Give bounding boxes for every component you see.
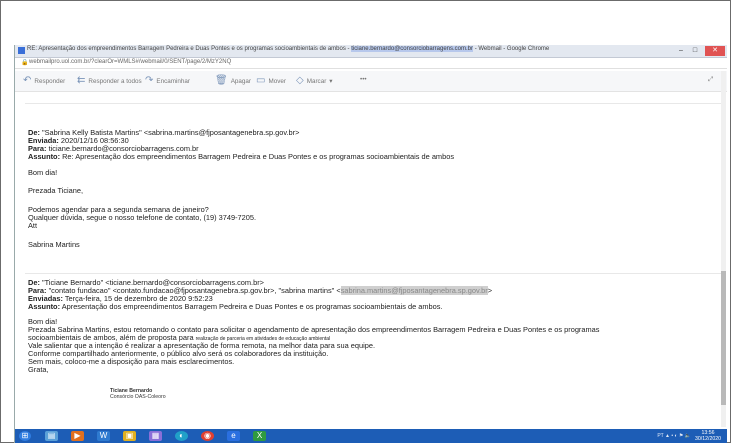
msg2-body5: Sem mais, coloco-me a disposição para ma… xyxy=(28,357,235,366)
mail-app-icon xyxy=(18,47,25,54)
browser-titlebar: RE: Apresentação dos empreendimentos Bar… xyxy=(15,45,727,58)
folder-icon[interactable]: ▣ xyxy=(123,431,136,441)
reply-button[interactable]: ↶ Responder xyxy=(23,76,65,86)
msg1-signature: Sabrina Martins xyxy=(28,240,80,249)
move-label: Mover xyxy=(268,77,286,85)
windows-taskbar: ⊞ ▤ ▶ W ▣ ▦ ◐ ◉ e X PT ▲ • ◐ ⚑ 🔈 13:56 3… xyxy=(15,429,727,443)
excel-icon[interactable]: X xyxy=(253,431,266,441)
monitor-screen: RE: Apresentação dos empreendimentos Bar… xyxy=(14,45,727,443)
msg1-line2: Qualquer dúvida, segue o nosso telefone … xyxy=(28,213,257,222)
msg2-closing: Grata, xyxy=(28,365,49,374)
title-suffix: - Webmail - Google Chrome xyxy=(474,46,550,52)
maximize-button[interactable]: □ xyxy=(689,47,701,55)
close-button[interactable]: ✕ xyxy=(705,46,725,56)
title-text: RE: Apresentação dos empreendimentos Bar… xyxy=(27,46,350,52)
msg1-closing: Att xyxy=(28,221,38,230)
title-highlight: ticiane.bernardo@consorciobarragens.com.… xyxy=(351,46,474,52)
internet-explorer-icon[interactable]: e xyxy=(227,431,240,441)
media-player-icon[interactable]: ▶ xyxy=(71,431,84,441)
scrollbar[interactable] xyxy=(721,71,726,427)
highlighted-address: sabrina.martins@fjposantagenebra.sp.gov.… xyxy=(340,286,488,295)
expand-icon[interactable]: ⤢ xyxy=(708,76,713,84)
trash-icon: 🗑 xyxy=(215,75,228,86)
delete-label: Apagar xyxy=(230,77,252,85)
forward-button[interactable]: ↷ Encaminhar xyxy=(145,76,190,86)
reply-all-icon: ⇇ xyxy=(77,75,86,86)
email-signature: Ticiane Bernardo Consórcio OAS-Coleoro xyxy=(110,388,166,400)
msg1-greeting: Bom dia! xyxy=(28,168,58,177)
explorer-icon[interactable]: ▤ xyxy=(45,431,58,441)
move-button[interactable]: ▭ Mover xyxy=(256,76,286,86)
system-tray[interactable]: PT ▲ • ◐ ⚑ 🔈 xyxy=(657,433,691,439)
word-icon[interactable]: W xyxy=(97,431,110,441)
chevron-down-icon: ▾ xyxy=(329,77,333,85)
mail-toolbar: ↶ Responder ⇇ Responder a todos ↷ Encami… xyxy=(15,71,727,92)
mark-label: Marcar xyxy=(306,77,327,85)
taskbar-clock[interactable]: 13:56 30/12/2020 xyxy=(695,430,721,442)
minimize-button[interactable]: – xyxy=(675,47,687,55)
reply-icon: ↶ xyxy=(23,75,32,86)
image-viewer-icon[interactable]: ▦ xyxy=(149,431,162,441)
url-text: webmailpro.uol.com.br/?clearOr=WMLS#/web… xyxy=(29,59,232,65)
tag-icon: ◇ xyxy=(296,75,304,86)
folder-icon: ▭ xyxy=(256,75,266,86)
reply-all-button[interactable]: ⇇ Responder a todos xyxy=(77,76,142,86)
quote-divider xyxy=(25,273,721,274)
start-icon[interactable]: ⊞ xyxy=(19,431,31,441)
msg1-subject: Assunto: Re: Apresentação dos empreendim… xyxy=(28,152,455,161)
forward-icon: ↷ xyxy=(145,75,154,86)
scrollbar-thumb[interactable] xyxy=(721,271,726,405)
lock-icon: 🔒 xyxy=(21,60,29,66)
header-divider xyxy=(25,103,721,104)
mark-button[interactable]: ◇ Marcar ▾ xyxy=(296,76,332,86)
window-title: RE: Apresentação dos empreendimentos Bar… xyxy=(27,46,549,52)
delete-button[interactable]: 🗑 Apagar xyxy=(215,76,251,86)
reply-all-label: Responder a todos xyxy=(88,77,142,85)
forward-label: Encaminhar xyxy=(156,77,190,85)
clock-date: 30/12/2020 xyxy=(695,436,721,442)
chrome-icon[interactable]: ◉ xyxy=(201,431,214,441)
signature-org: Consórcio OAS-Coleoro xyxy=(110,394,166,401)
msg1-salutation: Prezada Ticiane, xyxy=(28,186,84,195)
teamviewer-icon[interactable]: ◐ xyxy=(175,431,188,441)
address-bar[interactable]: 🔒 webmailpro.uol.com.br/?clearOr=WMLS#/w… xyxy=(15,58,727,69)
more-button[interactable]: ••• xyxy=(360,76,367,83)
reply-label: Responder xyxy=(34,77,66,85)
msg2-subject: Assunto: Apresentação dos empreendimento… xyxy=(28,302,443,311)
